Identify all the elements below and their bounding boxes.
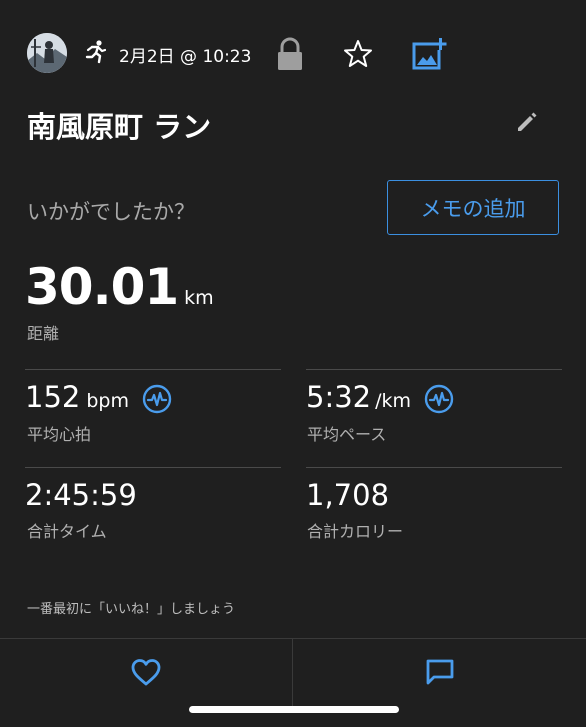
- total-time-stat: 2:45:59: [25, 478, 137, 512]
- heart-rate-stat: 152 bpm: [25, 380, 172, 418]
- heart-rate-value: 152: [25, 380, 81, 414]
- pace-stat: 5:32/km: [306, 380, 454, 418]
- comment-button[interactable]: [293, 639, 586, 709]
- heart-rate-unit: bpm: [86, 390, 129, 412]
- home-indicator[interactable]: [189, 706, 399, 713]
- star-icon[interactable]: [341, 37, 375, 71]
- heart-rate-label: 平均心拍: [27, 425, 92, 444]
- kudos-prompt: 一番最初に「いいね！」しましょう: [27, 602, 236, 617]
- activity-title: 南風原町 ラン: [27, 110, 212, 144]
- feedback-question: いかがでしたか？: [27, 200, 195, 224]
- lock-icon: [276, 37, 304, 71]
- pace-analysis-icon[interactable]: [424, 384, 454, 414]
- distance-stat: 30.01 km: [25, 258, 214, 316]
- pace-label: 平均ペース: [307, 425, 387, 444]
- heart-rate-analysis-icon[interactable]: [142, 384, 172, 414]
- divider: [306, 467, 562, 468]
- divider: [306, 369, 562, 370]
- total-time-value: 2:45:59: [25, 478, 137, 512]
- calories-stat: 1,708: [306, 478, 389, 512]
- add-photo-icon[interactable]: [411, 35, 447, 71]
- divider: [25, 369, 281, 370]
- activity-header: 2月2日 @ 10:23: [0, 0, 586, 100]
- calories-label: 合計カロリー: [307, 522, 404, 541]
- pencil-icon[interactable]: [514, 109, 540, 135]
- pace-unit: /km: [375, 390, 412, 412]
- distance-unit: km: [184, 287, 214, 309]
- calories-value: 1,708: [306, 478, 390, 512]
- activity-date-time: 2月2日 @ 10:23: [119, 47, 252, 67]
- add-memo-button[interactable]: メモの追加: [387, 180, 559, 235]
- divider: [25, 467, 281, 468]
- pace-value: 5:32: [306, 380, 372, 414]
- bottom-action-bar: [0, 638, 586, 727]
- total-time-label: 合計タイム: [27, 522, 107, 541]
- comment-icon: [424, 657, 456, 691]
- distance-value: 30.01: [25, 258, 179, 316]
- distance-label: 距離: [27, 324, 60, 343]
- avatar[interactable]: [27, 33, 67, 73]
- running-person-icon: [84, 40, 107, 64]
- heart-icon: [130, 657, 162, 691]
- like-button[interactable]: [0, 639, 292, 709]
